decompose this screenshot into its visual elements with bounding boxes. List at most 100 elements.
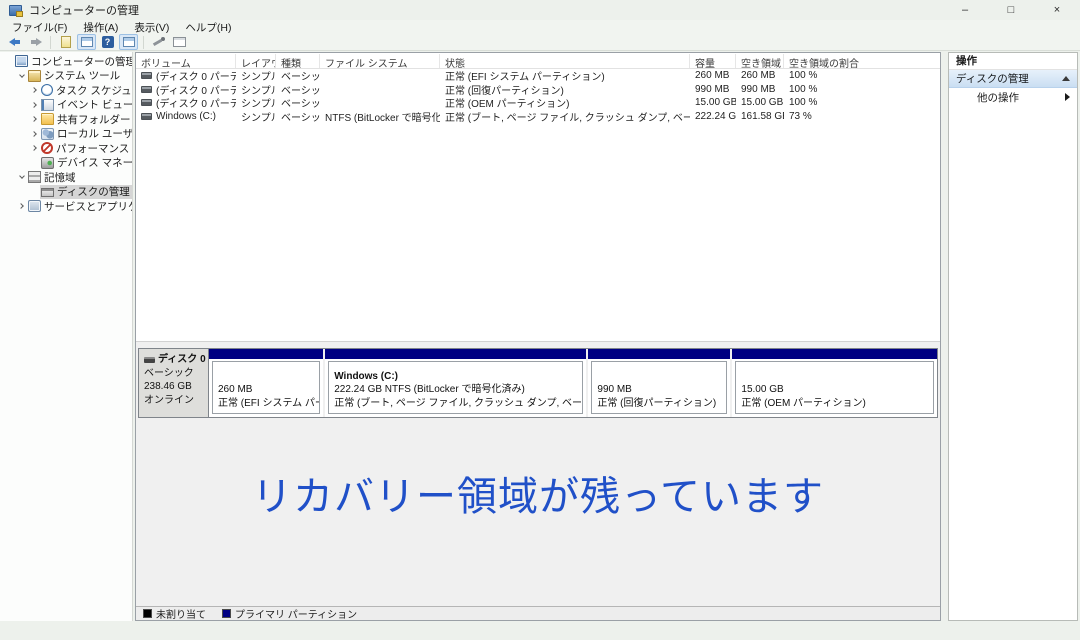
tree-item-label: 記憶域 [44, 171, 76, 184]
cell-free-space: 15.00 GB [741, 97, 784, 109]
tree-item-body: 記憶域 [27, 170, 80, 185]
cell-volume: Windows (C:) [136, 110, 236, 124]
cell-free-percent: 100 % [789, 97, 818, 109]
chevron-right-icon [30, 130, 37, 137]
tree-item-label: 共有フォルダー [57, 113, 131, 126]
column-header-status[interactable]: 状態 [440, 54, 690, 68]
tree-expander-icon[interactable] [16, 203, 27, 210]
disk-management-icon [41, 188, 54, 198]
cell-capacity: 260 MB [695, 70, 730, 82]
volume-row-partition-1[interactable]: (ディスク 0 パーティション 1) シンプルベーシック 正常 (EFI システム … [136, 69, 940, 83]
cell-filesystem [320, 69, 440, 83]
show-action-pane-icon[interactable] [119, 34, 138, 50]
partition-line: 222.24 GB NTFS (BitLocker で暗号化済み) [334, 384, 525, 395]
minimize-button[interactable]: – [942, 0, 988, 20]
column-header-layout[interactable]: レイアウト [236, 54, 276, 68]
cell-type: ベーシック [281, 112, 320, 123]
chevron-down-icon [18, 173, 25, 180]
tree-item-computer-management-root[interactable]: コンピューターの管理 (ローカル) [0, 54, 132, 69]
disk-0-info[interactable]: ディスク 0 ベーシック 238.46 GB オンライン [139, 349, 209, 417]
chevron-right-icon [30, 87, 37, 94]
performance-icon [41, 142, 53, 155]
tree-item-performance[interactable]: パフォーマンス [0, 141, 132, 156]
volume-icon [141, 85, 152, 93]
legend-unallocated: 未割り当て [143, 606, 206, 621]
menu-item-3[interactable]: ヘルプ(H) [177, 20, 239, 35]
tree-item-device-manager[interactable]: デバイス マネージャー [0, 156, 132, 171]
forward-icon[interactable] [26, 34, 45, 50]
app-icon [9, 4, 23, 17]
tree-item-system-tools[interactable]: システム ツール [0, 69, 132, 84]
chevron-right-icon [30, 145, 37, 152]
menu-item-0[interactable]: ファイル(F) [4, 20, 75, 35]
back-icon-glyph [8, 38, 21, 46]
column-header-filesystem[interactable]: ファイル システム [320, 54, 440, 68]
cell-status: 正常 (ブート, ページ ファイル, クラッシュ ダンプ, ベーシック データ … [445, 112, 690, 123]
volume-row-windows-c[interactable]: Windows (C:) シンプルベーシック NTFS (BitLocker で暗号… [136, 110, 940, 124]
storage-icon [28, 171, 41, 184]
partition-color-band [588, 349, 731, 359]
tree-expander-icon[interactable] [29, 145, 40, 152]
help-icon[interactable] [98, 34, 117, 50]
back-icon[interactable] [5, 34, 24, 50]
volume-row-partition-5[interactable]: (ディスク 0 パーティション 5) シンプルベーシック 正常 (OEM パーティシ… [136, 96, 940, 110]
tree-item-task-scheduler[interactable]: タスク スケジューラ [0, 83, 132, 98]
properties-icon[interactable] [149, 34, 168, 50]
tree-expander-icon[interactable] [29, 130, 40, 137]
chevron-right-icon [30, 116, 37, 123]
cell-capacity: 990 MB [695, 83, 730, 95]
tree-expander-icon[interactable] [16, 173, 27, 180]
column-header-type[interactable]: 種類 [276, 54, 320, 68]
cell-type: ベーシック [281, 99, 320, 110]
status-strip [0, 622, 1080, 640]
export-list-icon[interactable] [56, 34, 75, 50]
new-window-icon-glyph [173, 37, 186, 47]
tree-expander-icon[interactable] [29, 116, 40, 123]
partition-efi-system[interactable]: 260 MB 正常 (EFI システム パーティション) [209, 349, 324, 417]
partition-windows-c[interactable]: Windows (C:) 222.24 GB NTFS (BitLocker で暗… [323, 349, 587, 417]
cell-layout: シンプル [241, 72, 276, 83]
column-header-volume[interactable]: ボリューム [136, 54, 236, 68]
tree-expander-icon[interactable] [16, 71, 27, 78]
more-actions-label: 他の操作 [977, 91, 1019, 104]
volume-list: ボリュームレイアウト種類ファイル システム状態容量空き領域空き領域の割合(ディス… [136, 53, 940, 341]
tree-item-label: ローカル ユーザーとグループ [57, 128, 133, 141]
cell-filesystem [320, 96, 440, 110]
actions-panel: 操作 ディスクの管理 他の操作 [948, 52, 1078, 621]
partition-color-band [209, 349, 324, 359]
partition-recovery[interactable]: 990 MB 正常 (回復パーティション) [586, 349, 731, 417]
menu-item-2[interactable]: 表示(V) [126, 20, 177, 35]
new-window-icon[interactable] [170, 34, 189, 50]
close-button[interactable]: × [1034, 0, 1080, 20]
shared-folders-icon [41, 113, 54, 126]
tree-item-disk-management[interactable]: ディスクの管理 [0, 184, 132, 199]
column-header-free-percent[interactable]: 空き領域の割合 [784, 54, 940, 68]
tree-item-local-users-groups[interactable]: ローカル ユーザーとグループ [0, 127, 132, 142]
cell-free-space: 990 MB [741, 83, 776, 95]
tree-item-label: システム ツール [44, 70, 121, 83]
partition-oem[interactable]: 15.00 GB 正常 (OEM パーティション) [730, 349, 937, 417]
tree-expander-icon[interactable] [29, 101, 40, 108]
volume-row-partition-4[interactable]: (ディスク 0 パーティション 4) シンプルベーシック 正常 (回復パーティション… [136, 83, 940, 96]
tree-expander-icon[interactable] [29, 87, 40, 94]
tree-item-services-apps[interactable]: サービスとアプリケーション [0, 199, 132, 214]
column-header-capacity[interactable]: 容量 [690, 54, 736, 68]
collapse-icon[interactable] [1062, 76, 1070, 81]
tree-item-storage[interactable]: 記憶域 [0, 170, 132, 185]
tree-item-body: パフォーマンス [40, 141, 132, 156]
tree-item-shared-folders[interactable]: 共有フォルダー [0, 112, 132, 127]
menu-item-1[interactable]: 操作(A) [75, 20, 126, 35]
actions-group-disk-management[interactable]: ディスクの管理 [949, 70, 1077, 88]
help-icon-glyph [101, 36, 114, 48]
show-console-tree-icon[interactable] [77, 34, 96, 50]
submenu-arrow-icon [1065, 93, 1070, 101]
tree-item-event-viewer[interactable]: イベント ビューアー [0, 98, 132, 113]
task-scheduler-icon [41, 84, 53, 97]
maximize-button[interactable]: □ [988, 0, 1034, 20]
more-actions-item[interactable]: 他の操作 [949, 88, 1077, 106]
column-header-free-space[interactable]: 空き領域 [736, 54, 784, 68]
chevron-down-icon [18, 71, 25, 78]
tree-item-label: コンピューターの管理 (ローカル) [31, 55, 133, 68]
actions-group-title: ディスクの管理 [956, 73, 1029, 85]
tree-item-label: ディスクの管理 [57, 186, 130, 199]
